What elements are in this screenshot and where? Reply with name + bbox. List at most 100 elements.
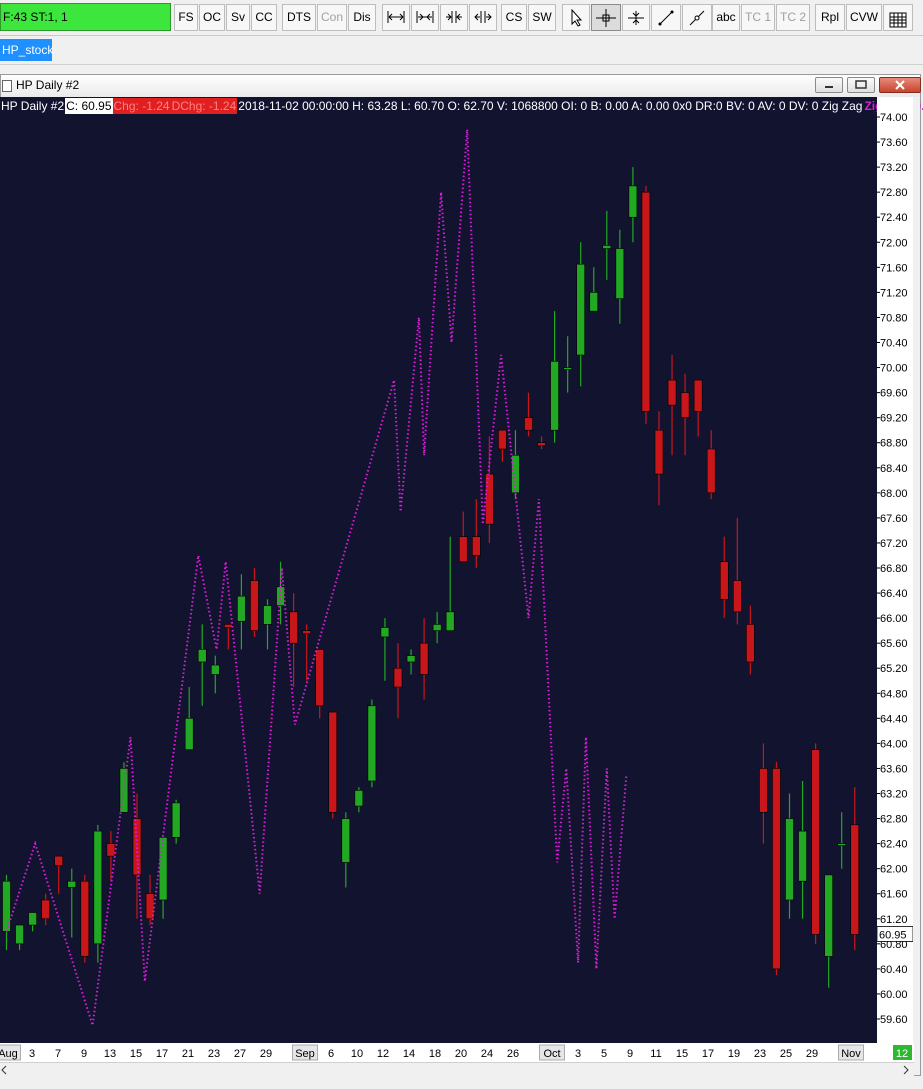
candle bbox=[667, 355, 677, 456]
fs-button[interactable]: FS bbox=[174, 4, 198, 31]
candle bbox=[171, 799, 181, 844]
price-tick-label: 69.60 bbox=[880, 388, 908, 400]
candle bbox=[498, 429, 507, 462]
candle bbox=[2, 874, 11, 951]
range-inward-icon[interactable] bbox=[411, 4, 439, 31]
candle bbox=[393, 643, 403, 719]
line-icon[interactable] bbox=[651, 4, 681, 31]
price-tick-label: 64.00 bbox=[880, 738, 908, 750]
close-button[interactable] bbox=[879, 77, 921, 93]
candle bbox=[328, 711, 338, 819]
cc-button[interactable]: CC bbox=[251, 4, 277, 31]
candle bbox=[706, 430, 716, 500]
sw-button[interactable]: SW bbox=[528, 4, 556, 31]
con-button[interactable]: Con bbox=[317, 4, 347, 31]
price-tick-label: 61.20 bbox=[880, 914, 908, 926]
candle-body bbox=[158, 837, 168, 901]
candle-body bbox=[367, 705, 377, 782]
date-tick-label: 15 bbox=[130, 1048, 142, 1060]
date-axis[interactable]: Aug 3 7 9 13 15 17 21 23 27 29 Sep 6 10 12 14 18 20 24 26 Oc… bbox=[0, 1043, 914, 1062]
rpl-button[interactable]: Rpl bbox=[815, 4, 845, 31]
price-tick-label: 64.40 bbox=[880, 713, 908, 725]
price-axis[interactable]: 74.00 73.60 73.20 72.80 72.40 72.00 71.60 71.20… bbox=[876, 97, 914, 1043]
date-tick-label: 29 bbox=[806, 1048, 818, 1060]
tc1-button[interactable]: TC 1 bbox=[741, 4, 775, 31]
price-tick-label: 74.00 bbox=[880, 112, 908, 124]
tc2-button[interactable]: TC 2 bbox=[776, 4, 810, 31]
candle bbox=[654, 411, 664, 506]
maximize-button[interactable] bbox=[847, 77, 875, 93]
candle bbox=[80, 874, 90, 963]
candle-body bbox=[824, 874, 833, 957]
candle bbox=[746, 605, 755, 675]
candle bbox=[471, 499, 481, 568]
candle-body bbox=[811, 749, 820, 935]
oc-button[interactable]: OC bbox=[199, 4, 225, 31]
candle bbox=[772, 762, 781, 976]
horizontal-scrollbar[interactable] bbox=[0, 1062, 914, 1077]
price-tick-label: 72.80 bbox=[880, 187, 908, 199]
date-tick-label: 17 bbox=[702, 1048, 714, 1060]
candle bbox=[680, 373, 690, 456]
dts-button[interactable]: DTS bbox=[282, 4, 316, 31]
abc-button[interactable]: abc bbox=[712, 4, 740, 31]
candle bbox=[263, 599, 272, 650]
tab-hp-stock[interactable]: HP_stock bbox=[0, 39, 53, 61]
price-tick-label: 66.80 bbox=[880, 563, 908, 575]
pointer-icon[interactable] bbox=[562, 4, 590, 31]
candle bbox=[785, 793, 794, 919]
cs-button[interactable]: CS bbox=[501, 4, 527, 31]
candle-body bbox=[263, 605, 272, 625]
candle bbox=[367, 699, 377, 788]
price-tick-label: 60.00 bbox=[880, 989, 908, 1001]
candle-body bbox=[328, 711, 338, 813]
candle bbox=[837, 812, 847, 869]
candle-body bbox=[197, 649, 207, 663]
candle bbox=[15, 924, 24, 951]
trendline-icon[interactable] bbox=[682, 4, 712, 31]
date-tick-label: 5 bbox=[601, 1048, 607, 1060]
date-tick-label: 13 bbox=[104, 1048, 116, 1060]
candle bbox=[576, 242, 586, 387]
crosshair-icon[interactable] bbox=[591, 4, 621, 31]
date-tick-label: 26 bbox=[507, 1048, 519, 1060]
candle-body bbox=[628, 185, 638, 218]
price-tick-label: 73.20 bbox=[880, 162, 908, 174]
price-tick-label: 71.20 bbox=[880, 287, 908, 299]
table-icon[interactable] bbox=[883, 4, 913, 31]
price-axis-labels: 74.00 73.60 73.20 72.80 72.40 72.00 71.60 71.20… bbox=[876, 112, 914, 1026]
price-tick-label: 65.20 bbox=[880, 663, 908, 675]
candle-body bbox=[785, 818, 794, 901]
cvw-button[interactable]: CVW bbox=[846, 4, 882, 31]
candle-body bbox=[54, 855, 64, 866]
crosshair-small-icon[interactable] bbox=[622, 4, 650, 31]
candle-body bbox=[576, 263, 586, 356]
candle bbox=[589, 267, 599, 312]
candle bbox=[354, 787, 364, 813]
candle bbox=[850, 787, 860, 951]
candle-body bbox=[498, 429, 507, 450]
merge-icon[interactable] bbox=[469, 4, 497, 31]
date-axis-labels: Aug 3 7 9 13 15 17 21 23 27 29 Sep 6 10 12 14 18 20 24 26 Oc… bbox=[0, 1044, 912, 1061]
sv-button[interactable]: Sv bbox=[226, 4, 250, 31]
window-icon bbox=[2, 80, 12, 92]
dis-button[interactable]: Dis bbox=[348, 4, 376, 31]
candle bbox=[458, 511, 468, 563]
split-icon[interactable] bbox=[440, 4, 468, 31]
candle bbox=[302, 624, 311, 681]
vertical-scrollbar[interactable] bbox=[913, 97, 920, 1043]
candle-body bbox=[211, 664, 220, 675]
candle bbox=[615, 229, 625, 324]
range-left-right-icon[interactable] bbox=[382, 4, 410, 31]
candle bbox=[211, 655, 220, 694]
chart-plot-area[interactable] bbox=[0, 97, 877, 1043]
candle bbox=[250, 568, 259, 637]
minimize-button[interactable] bbox=[815, 77, 843, 93]
price-tick-label: 63.60 bbox=[880, 763, 908, 775]
date-tick-label: 21 bbox=[182, 1048, 194, 1060]
candle-body bbox=[654, 429, 664, 475]
date-tick-label: Oct bbox=[543, 1048, 560, 1060]
last-price-label: 60.95 bbox=[879, 929, 907, 941]
window-titlebar[interactable] bbox=[1, 75, 920, 97]
date-tick-label: 11 bbox=[650, 1048, 661, 1060]
